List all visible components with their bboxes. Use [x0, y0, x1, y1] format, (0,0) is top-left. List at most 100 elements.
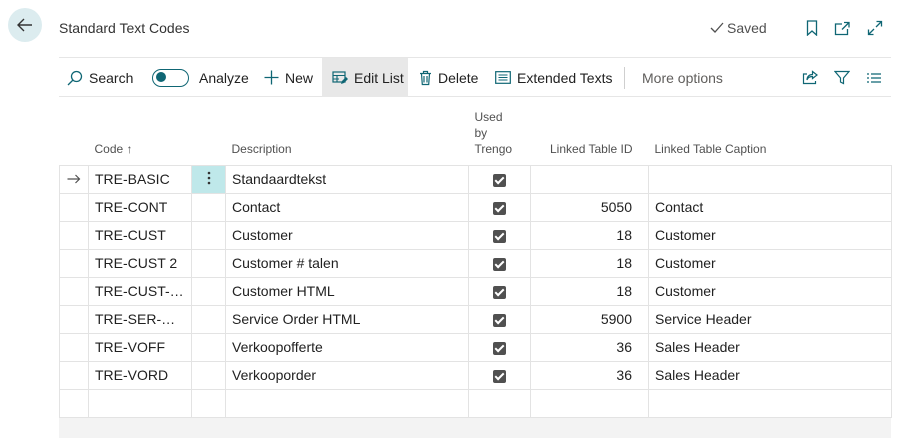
linked-table-caption-cell[interactable]: Customer [648, 220, 892, 250]
description-cell[interactable]: Contact [225, 192, 469, 222]
edit-list-icon [332, 70, 348, 84]
used-by-trengo-cell[interactable] [468, 220, 531, 250]
linked-table-caption-cell[interactable] [648, 164, 892, 194]
table-row[interactable]: TRE-CUST-HT… Customer HTML 18Customer [59, 276, 892, 306]
new-button[interactable]: New [264, 58, 313, 97]
toggle-switch[interactable] [152, 68, 189, 87]
used-by-trengo-cell[interactable] [468, 360, 531, 390]
row-menu-cell[interactable] [191, 248, 226, 278]
linked-table-caption-cell[interactable]: Contact [648, 192, 892, 222]
code-cell[interactable]: TRE-CUST 2 [88, 248, 192, 278]
table-row[interactable]: TRE-VOFF Verkoopofferte 36 Sales Header [59, 332, 892, 362]
code-cell[interactable]: TRE-CONT [88, 192, 192, 222]
description-cell[interactable]: Customer HTML [225, 276, 469, 306]
row-marker [59, 192, 89, 222]
linked-table-caption-cell[interactable]: Customer [648, 276, 892, 306]
code-cell[interactable]: TRE-SER-ORD [88, 304, 192, 334]
empty-cell[interactable] [468, 388, 531, 418]
code-cell[interactable]: TRE-VORD [88, 360, 192, 390]
empty-cell[interactable] [59, 388, 89, 418]
row-menu-cell[interactable] [191, 332, 226, 362]
checkbox-checked[interactable] [493, 173, 506, 187]
bookmark-button[interactable] [803, 19, 821, 37]
linked-table-caption-cell[interactable]: Service Header [648, 304, 892, 334]
checkbox-checked[interactable] [493, 341, 506, 355]
edit-list-button[interactable]: Edit List [322, 58, 408, 97]
checkbox-checked[interactable] [493, 285, 506, 299]
code-cell[interactable]: TRE-BASIC [88, 164, 192, 194]
checkbox-checked[interactable] [493, 257, 506, 271]
linked-table-caption-column-header[interactable]: Linked Table Caption [649, 104, 892, 165]
checkbox-checked[interactable] [493, 229, 506, 243]
expand-button[interactable] [866, 19, 884, 37]
empty-cell[interactable] [648, 388, 892, 418]
code-cell[interactable]: TRE-CUST-HT… [88, 276, 192, 306]
linked-table-id-cell[interactable]: 18 [530, 276, 649, 306]
empty-cell[interactable] [88, 388, 192, 418]
empty-cell[interactable] [225, 388, 469, 418]
list-view-button[interactable] [866, 58, 882, 97]
row-menu-cell[interactable] [191, 164, 226, 194]
description-column-header[interactable]: Description [226, 104, 469, 165]
row-menu-cell[interactable] [191, 360, 226, 390]
used-by-trengo-cell[interactable] [468, 164, 531, 194]
table-header-row: Code ↑ Description Used by Trengo Linked… [60, 104, 892, 165]
code-cell[interactable]: TRE-VOFF [88, 332, 192, 362]
empty-new-row[interactable] [59, 388, 892, 418]
analyze-toggle[interactable]: Analyze [152, 58, 249, 97]
checkbox-checked[interactable] [493, 201, 506, 215]
used-by-trengo-cell[interactable] [468, 304, 531, 334]
row-menu-cell[interactable] [191, 276, 226, 306]
arrow-right-icon [67, 174, 81, 184]
back-button[interactable] [8, 8, 42, 42]
linked-table-id-cell[interactable]: 5900 [530, 304, 649, 334]
description-cell[interactable]: Customer # talen [225, 248, 469, 278]
description-cell[interactable]: Verkoopofferte [225, 332, 469, 362]
empty-cell[interactable] [530, 388, 649, 418]
table-row[interactable]: TRE-VORD Verkooporder 36 Sales Header [59, 360, 892, 390]
description-cell[interactable]: Standaardtekst [225, 164, 469, 194]
delete-button[interactable]: Delete [419, 58, 478, 97]
more-options-label: More options [642, 69, 723, 86]
checkbox-checked[interactable] [493, 369, 506, 383]
arrow-left-icon [17, 18, 32, 32]
used-by-trengo-cell[interactable] [468, 276, 531, 306]
more-options-button[interactable]: More options [642, 58, 723, 97]
empty-cell[interactable] [191, 388, 226, 418]
linked-table-caption-cell[interactable]: Sales Header [648, 360, 892, 390]
used-by-trengo-cell[interactable] [468, 248, 531, 278]
table-row[interactable]: TRE-CUST 2 Customer # talen 18 Customer [59, 248, 892, 278]
code-column-header[interactable]: Code ↑ [89, 104, 192, 165]
used-by-trengo-column-header[interactable]: Used by Trengo [469, 104, 531, 165]
linked-table-id-cell[interactable]: 36 [530, 360, 649, 390]
linked-table-id-cell[interactable]: 18 [530, 220, 649, 250]
table-row[interactable]: TRE-CONT Contact 5050 Contact [59, 192, 892, 222]
table-row[interactable]: TRE-CUST Customer 18 Customer [59, 220, 892, 250]
saved-status: Saved [710, 20, 767, 36]
linked-table-id-cell[interactable]: 36 [530, 332, 649, 362]
used-by-trengo-cell[interactable] [468, 332, 531, 362]
table-row[interactable]: TRE-SER-ORD Service Order HTML 5900 Service… [59, 304, 892, 334]
checkbox-checked[interactable] [493, 313, 506, 327]
row-menu-cell[interactable] [191, 304, 226, 334]
linked-table-caption-cell[interactable]: Customer [648, 248, 892, 278]
description-cell[interactable]: Customer [225, 220, 469, 250]
share-button[interactable] [802, 58, 819, 97]
table-row[interactable]: TRE-BASIC Standaardtekst [59, 164, 892, 194]
row-menu-cell[interactable] [191, 192, 226, 222]
used-by-trengo-cell[interactable] [468, 192, 531, 222]
open-new-window-button[interactable] [833, 19, 851, 37]
linked-table-id-column-header[interactable]: Linked Table ID [531, 104, 649, 165]
description-cell[interactable]: Verkooporder [225, 360, 469, 390]
saved-label: Saved [727, 20, 767, 36]
linked-table-id-cell[interactable]: 18 [530, 248, 649, 278]
linked-table-caption-cell[interactable]: Sales Header [648, 332, 892, 362]
linked-table-id-cell[interactable]: 5050 [530, 192, 649, 222]
filter-button[interactable] [834, 58, 850, 97]
linked-table-id-cell[interactable] [530, 164, 649, 194]
code-cell[interactable]: TRE-CUST [88, 220, 192, 250]
description-cell[interactable]: Service Order HTML [225, 304, 469, 334]
extended-texts-button[interactable]: Extended Texts [495, 58, 612, 97]
search-button[interactable]: Search [67, 58, 133, 97]
row-menu-cell[interactable] [191, 220, 226, 250]
